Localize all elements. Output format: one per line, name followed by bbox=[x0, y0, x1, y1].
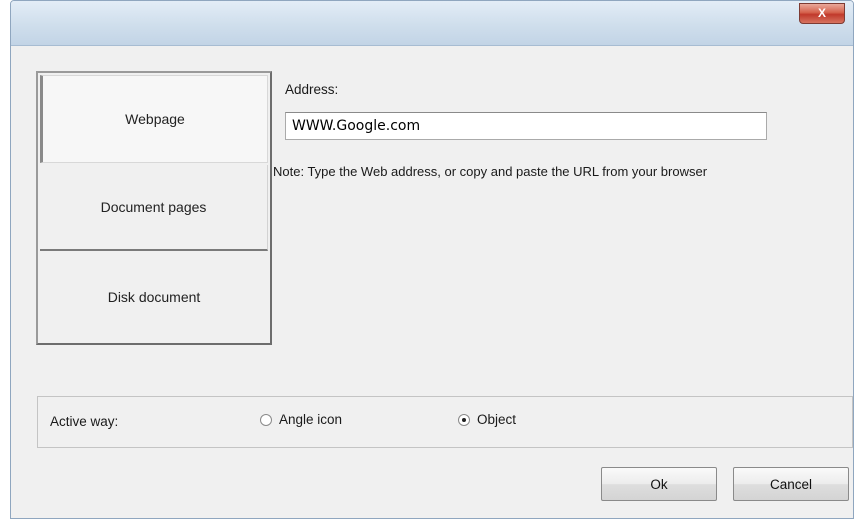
address-label: Address: bbox=[285, 82, 339, 97]
radio-unchecked-icon[interactable] bbox=[260, 413, 272, 426]
address-note: Note: Type the Web address, or copy and … bbox=[273, 164, 708, 179]
close-icon: X bbox=[817, 6, 826, 20]
radio-object-label: Object bbox=[477, 412, 517, 427]
active-way-group: Active way: Angle icon Object bbox=[37, 396, 853, 448]
source-type-list: Webpage Document pages Disk document bbox=[36, 71, 272, 345]
active-way-label: Active way: bbox=[50, 414, 119, 429]
title-bar: X bbox=[11, 1, 853, 46]
cancel-button[interactable]: Cancel bbox=[733, 467, 849, 501]
radio-angle-icon[interactable]: Angle icon bbox=[260, 412, 342, 427]
ok-button[interactable]: Ok bbox=[601, 467, 717, 501]
radio-object[interactable]: Object bbox=[458, 412, 516, 427]
dialog-body: Webpage Document pages Disk document Add… bbox=[11, 46, 853, 518]
close-button[interactable]: X bbox=[799, 3, 845, 24]
tab-webpage[interactable]: Webpage bbox=[40, 75, 268, 163]
insert-link-dialog: X Webpage Document pages Disk document A… bbox=[10, 0, 854, 519]
tab-document-pages[interactable]: Document pages bbox=[40, 165, 268, 251]
tab-disk-document[interactable]: Disk document bbox=[40, 253, 268, 341]
radio-angle-icon-label: Angle icon bbox=[279, 412, 343, 427]
address-input[interactable] bbox=[285, 112, 767, 140]
radio-checked-icon[interactable] bbox=[458, 413, 470, 426]
